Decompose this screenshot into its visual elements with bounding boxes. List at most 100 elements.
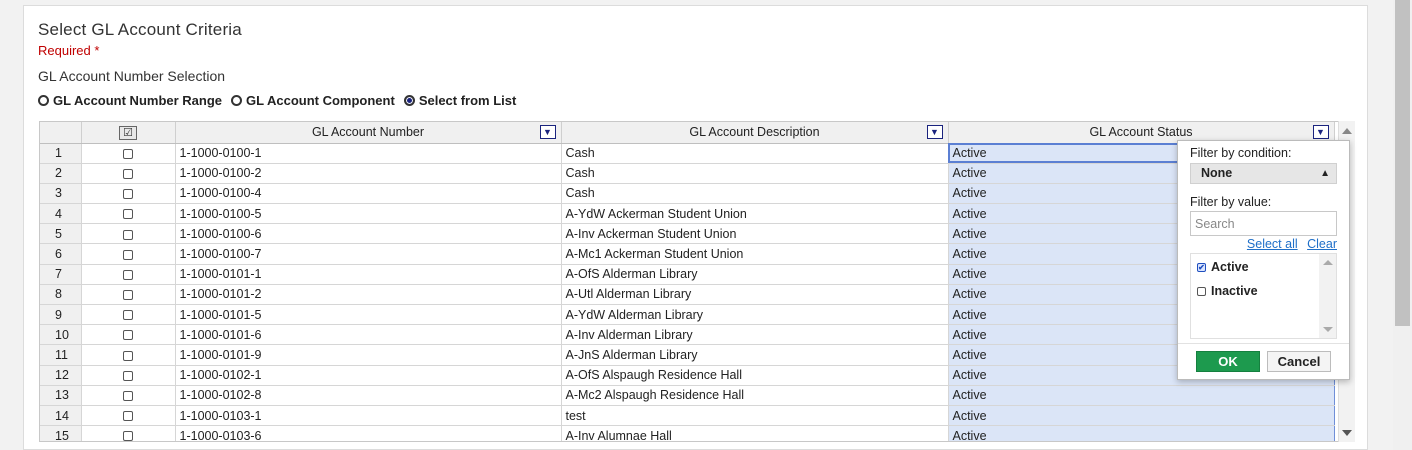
table-row[interactable]: 10 1-1000-0101-6 A-Inv Alderman Library Act… [40, 324, 1335, 346]
select-all-link[interactable]: Select all [1247, 237, 1298, 251]
cell-account-description[interactable]: A-OfS Alspaugh Residence Hall [561, 365, 949, 386]
cell-account-description[interactable]: A-Inv Alderman Library [561, 324, 949, 346]
checkbox-icon[interactable] [123, 330, 133, 341]
filter-dropdown-icon[interactable]: ▼ [1312, 125, 1329, 139]
filter-search-input[interactable] [1190, 211, 1337, 236]
table-row[interactable]: 13 1-1000-0102-8 A-Mc2 Alspaugh Residence … [40, 385, 1335, 406]
cell-account-description[interactable]: A-Mc2 Alspaugh Residence Hall [561, 385, 949, 406]
table-row[interactable]: 2 1-1000-0100-2 Cash Active [40, 163, 1335, 184]
ok-button[interactable]: OK [1196, 351, 1260, 372]
cell-account-description[interactable]: A-Inv Alumnae Hall [561, 425, 949, 441]
table-row[interactable]: 4 1-1000-0100-5 A-YdW Ackerman Student Uni… [40, 203, 1335, 225]
table-row[interactable]: 15 1-1000-0103-6 A-Inv Alumnae Hall Active [40, 425, 1335, 441]
cell-account-number[interactable]: 1-1000-0101-6 [175, 324, 562, 346]
checkbox-icon[interactable] [123, 229, 133, 240]
column-header-description[interactable]: GL Account Description ▼ [561, 122, 949, 144]
table-row[interactable]: 12 1-1000-0102-1 A-OfS Alspaugh Residence … [40, 365, 1335, 386]
radio-checked-icon[interactable] [403, 95, 415, 106]
cell-account-description[interactable]: A-YdW Alderman Library [561, 304, 949, 326]
cancel-button[interactable]: Cancel [1267, 351, 1331, 372]
radio-select-from-list[interactable]: Select from List [403, 93, 516, 108]
cell-account-status[interactable]: Active [947, 425, 1335, 441]
cell-account-number[interactable]: 1-1000-0101-5 [175, 304, 562, 326]
checkbox-icon[interactable] [123, 148, 133, 159]
checkbox-icon[interactable] [123, 310, 133, 321]
cell-account-description[interactable]: A-Mc1 Ackerman Student Union [561, 243, 949, 265]
radio-circle-icon[interactable] [231, 95, 243, 106]
checkbox-icon[interactable] [123, 431, 133, 441]
checkbox-icon[interactable] [123, 168, 133, 179]
row-select-cell[interactable] [81, 385, 176, 406]
table-row[interactable]: 7 1-1000-0101-1 A-OfS Alderman Library Acti… [40, 264, 1335, 285]
checkbox-icon[interactable] [123, 249, 133, 260]
row-select-cell[interactable] [81, 324, 176, 346]
table-row[interactable]: 9 1-1000-0101-5 A-YdW Alderman Library Acti… [40, 304, 1335, 326]
scroll-down-icon[interactable] [1342, 430, 1352, 436]
cell-account-description[interactable]: Cash [561, 183, 949, 205]
scroll-down-icon[interactable] [1323, 327, 1333, 332]
row-select-cell[interactable] [81, 243, 176, 265]
cell-account-number[interactable]: 1-1000-0101-9 [175, 344, 562, 366]
cell-account-description[interactable]: A-Utl Alderman Library [561, 284, 949, 306]
page-scroll-thumb[interactable] [1395, 0, 1410, 326]
cell-account-status[interactable]: Active [947, 405, 1335, 427]
cell-account-number[interactable]: 1-1000-0102-8 [175, 385, 562, 406]
cell-account-description[interactable]: Cash [561, 143, 949, 164]
row-select-cell[interactable] [81, 365, 176, 386]
scroll-up-icon[interactable] [1323, 260, 1333, 265]
cell-account-number[interactable]: 1-1000-0100-6 [175, 223, 562, 245]
radio-account-component[interactable]: GL Account Component [231, 93, 395, 108]
cell-account-number[interactable]: 1-1000-0100-7 [175, 243, 562, 265]
checkbox-icon[interactable] [123, 411, 133, 422]
checkbox-icon[interactable] [123, 391, 133, 402]
table-row[interactable]: 1 1-1000-0100-1 Cash Active [40, 143, 1335, 164]
filter-option-active[interactable]: ✔ Active [1197, 260, 1249, 274]
filter-dropdown-icon[interactable]: ▼ [926, 125, 943, 139]
cell-account-number[interactable]: 1-1000-0103-6 [175, 425, 562, 441]
cell-account-number[interactable]: 1-1000-0100-2 [175, 163, 562, 184]
column-header-number[interactable]: GL Account Number ▼ [175, 122, 562, 144]
filter-dropdown-icon[interactable]: ▼ [539, 125, 556, 139]
cell-account-description[interactable]: Cash [561, 163, 949, 184]
cell-account-status[interactable]: Active [947, 385, 1335, 406]
checkbox-checked-icon[interactable]: ✔ [1197, 262, 1206, 272]
cell-account-number[interactable]: 1-1000-0100-5 [175, 203, 562, 225]
cell-account-number[interactable]: 1-1000-0102-1 [175, 365, 562, 386]
cell-account-description[interactable]: A-Inv Ackerman Student Union [561, 223, 949, 245]
table-row[interactable]: 14 1-1000-0103-1 test Active [40, 405, 1335, 427]
row-select-cell[interactable] [81, 163, 176, 184]
scroll-up-icon[interactable] [1342, 128, 1352, 134]
page-scrollbar[interactable] [1393, 0, 1412, 450]
cell-account-description[interactable]: test [561, 405, 949, 427]
checkbox-icon[interactable] [123, 209, 133, 220]
row-select-cell[interactable] [81, 143, 176, 164]
cell-account-number[interactable]: 1-1000-0101-1 [175, 264, 562, 285]
cell-account-description[interactable]: A-OfS Alderman Library [561, 264, 949, 285]
checkbox-icon[interactable] [123, 370, 133, 381]
row-select-cell[interactable] [81, 425, 176, 441]
select-all-header[interactable]: ☑ [81, 122, 176, 144]
filter-option-inactive[interactable]: Inactive [1197, 284, 1258, 298]
cell-account-description[interactable]: A-JnS Alderman Library [561, 344, 949, 366]
table-row[interactable]: 5 1-1000-0100-6 A-Inv Ackerman Student Uni… [40, 223, 1335, 245]
cell-account-number[interactable]: 1-1000-0103-1 [175, 405, 562, 427]
row-select-cell[interactable] [81, 203, 176, 225]
row-select-cell[interactable] [81, 183, 176, 205]
cell-account-number[interactable]: 1-1000-0101-2 [175, 284, 562, 306]
table-row[interactable]: 11 1-1000-0101-9 A-JnS Alderman Library Act… [40, 344, 1335, 366]
row-select-cell[interactable] [81, 304, 176, 326]
clear-link[interactable]: Clear [1307, 237, 1337, 251]
row-select-cell[interactable] [81, 344, 176, 366]
filter-list-scrollbar[interactable] [1319, 254, 1336, 338]
checkbox-icon[interactable] [123, 290, 133, 301]
checkbox-icon[interactable] [123, 189, 133, 200]
row-select-cell[interactable] [81, 264, 176, 285]
radio-circle-icon[interactable] [38, 95, 49, 106]
cell-account-number[interactable]: 1-1000-0100-1 [175, 143, 562, 164]
checkbox-icon[interactable] [1197, 286, 1206, 296]
table-row[interactable]: 6 1-1000-0100-7 A-Mc1 Ackerman Student Uni… [40, 243, 1335, 265]
cell-account-number[interactable]: 1-1000-0100-4 [175, 183, 562, 205]
row-select-cell[interactable] [81, 284, 176, 306]
cell-account-description[interactable]: A-YdW Ackerman Student Union [561, 203, 949, 225]
table-row[interactable]: 8 1-1000-0101-2 A-Utl Alderman Library Acti… [40, 284, 1335, 306]
